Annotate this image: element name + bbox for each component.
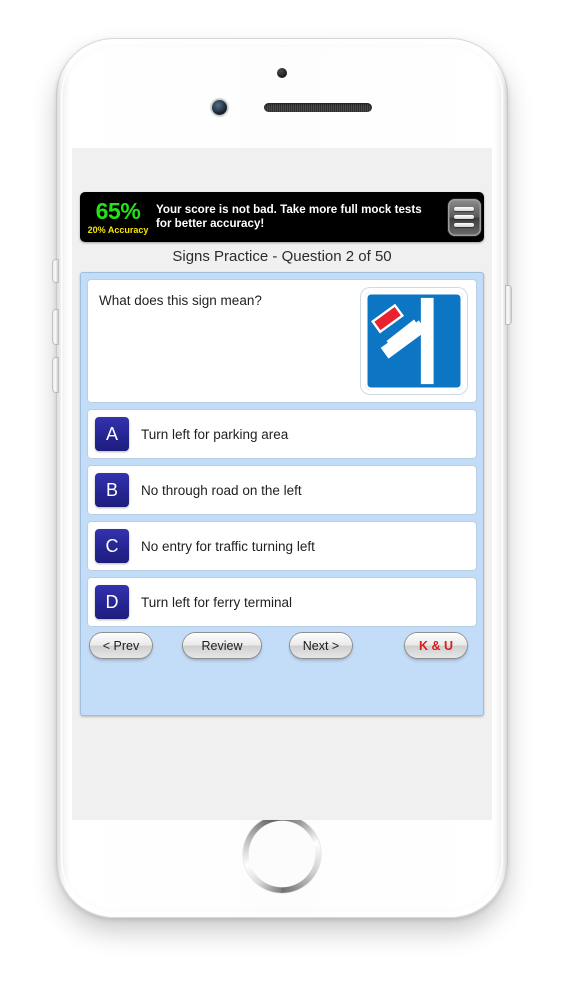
answer-option-a[interactable]: A Turn left for parking area xyxy=(87,409,477,459)
phone-device: 65% 20% Accuracy Your score is not bad. … xyxy=(53,38,511,918)
next-button[interactable]: Next > xyxy=(290,633,352,658)
road-sign-face xyxy=(365,292,463,390)
answer-text: Turn left for parking area xyxy=(141,426,289,442)
answer-letter: A xyxy=(95,417,129,451)
answer-text: No entry for traffic turning left xyxy=(141,538,315,554)
review-button[interactable]: Review xyxy=(183,633,261,658)
phone-screen: 65% 20% Accuracy Your score is not bad. … xyxy=(72,148,492,820)
answer-letter: B xyxy=(95,473,129,507)
earpiece-speaker xyxy=(264,103,372,112)
answer-text: No through road on the left xyxy=(141,482,302,498)
score-accuracy: 20% Accuracy xyxy=(87,224,149,235)
question-prompt: What does this sign mean? xyxy=(99,293,262,308)
front-camera-icon xyxy=(212,100,227,115)
volume-up-button[interactable] xyxy=(53,310,58,344)
score-message: Your score is not bad. Take more full mo… xyxy=(156,202,422,231)
answer-letter: D xyxy=(95,585,129,619)
hamburger-menu-icon[interactable] xyxy=(447,198,481,236)
answer-option-d[interactable]: D Turn left for ferry terminal xyxy=(87,577,477,627)
proximity-sensor-icon xyxy=(277,68,287,78)
answer-option-c[interactable]: C No entry for traffic turning left xyxy=(87,521,477,571)
question-card: What does this sign mean? xyxy=(87,279,477,403)
score-banner: 65% 20% Accuracy Your score is not bad. … xyxy=(80,192,484,242)
volume-down-button[interactable] xyxy=(53,358,58,392)
silent-switch[interactable] xyxy=(53,260,58,282)
road-sign-graphic xyxy=(371,297,434,385)
answer-letter: C xyxy=(95,529,129,563)
page-title: Signs Practice - Question 2 of 50 xyxy=(172,248,392,265)
home-button[interactable] xyxy=(246,818,318,890)
score-block: 65% 20% Accuracy xyxy=(80,192,156,242)
score-percent: 65% xyxy=(95,197,141,224)
power-button[interactable] xyxy=(506,286,511,324)
menu-button[interactable] xyxy=(444,192,484,242)
answer-option-b[interactable]: B No through road on the left xyxy=(87,465,477,515)
answer-list: A Turn left for parking area B No throug… xyxy=(87,409,477,627)
quiz-panel: What does this sign mean? A Turn left fo… xyxy=(80,272,484,716)
answer-text: Turn left for ferry terminal xyxy=(141,594,293,610)
navigation-bar: < Prev Review Next > K & U xyxy=(87,633,477,663)
prev-button[interactable]: < Prev xyxy=(90,633,152,658)
no-through-road-on-the-left-sign xyxy=(361,288,467,394)
knowledge-and-understanding-button[interactable]: K & U xyxy=(405,633,467,658)
